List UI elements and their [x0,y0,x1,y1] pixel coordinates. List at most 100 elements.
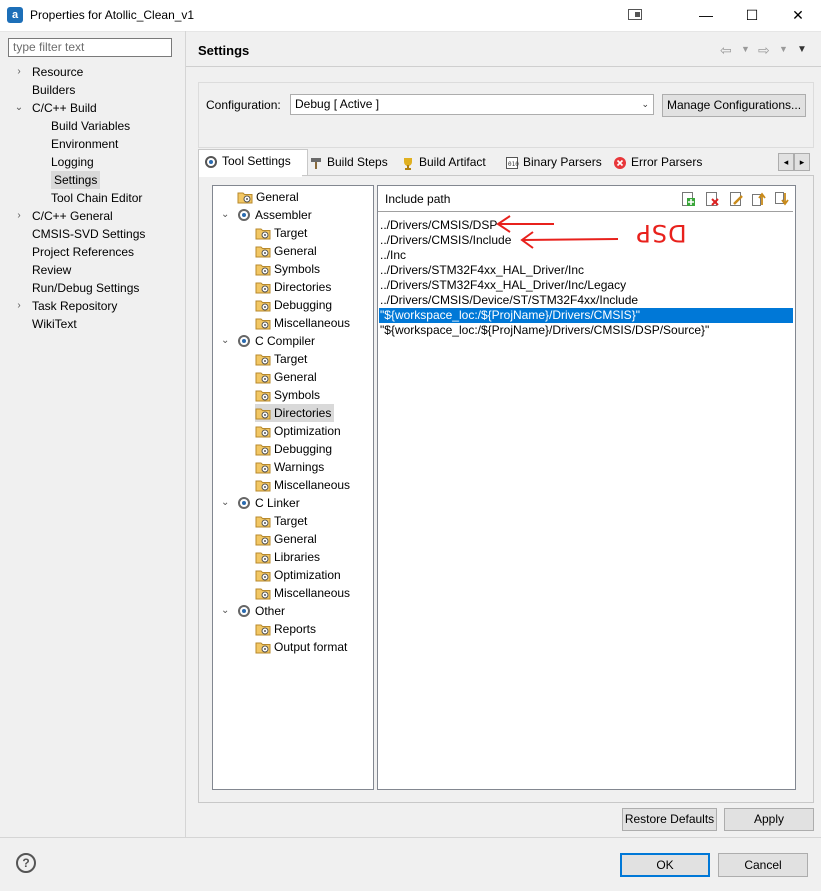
minimize-button[interactable]: — [683,0,729,30]
tree-item-symbols[interactable]: Symbols [255,260,320,278]
chevron-down-icon[interactable]: ⌄ [221,206,229,224]
title-bar: a Properties for Atollic_Clean_v1 — ☐ ✕ [0,0,821,32]
tab-binary-parsers[interactable]: 010 Binary Parsers [500,151,602,173]
tree-item-general[interactable]: General [255,242,317,260]
chevron-right-icon[interactable]: › [14,63,24,81]
tab-build-steps[interactable]: Build Steps [304,151,388,173]
include-path-item[interactable]: ../Drivers/STM32F4xx_HAL_Driver/Inc [380,263,584,278]
tree-item-miscellaneous[interactable]: Miscellaneous [255,476,350,494]
chevron-right-icon[interactable]: › [14,297,24,315]
tree-item-label: Debugging [274,298,333,312]
tree-item-label: Libraries [274,550,321,564]
add-icon[interactable] [680,191,696,207]
nav-item-resource[interactable]: Resource [32,63,83,81]
nav-item-c-c-build[interactable]: C/C++ Build [32,99,97,117]
tab-scroll-right-button[interactable]: ▸ [794,153,810,171]
chevron-down-icon[interactable]: ⌄ [221,332,229,350]
tree-item-general[interactable]: General [237,188,299,206]
nav-item-label: Settings [54,173,98,187]
tree-item-optimization[interactable]: Optimization [255,566,341,584]
tree-item-target[interactable]: Target [255,350,307,368]
include-path-item[interactable]: ../Drivers/STM32F4xx_HAL_Driver/Inc/Lega… [380,278,626,293]
tree-item-c-linker[interactable]: C Linker [237,494,300,512]
gear-icon [237,604,251,618]
ok-button[interactable]: OK [620,853,710,877]
tree-item-miscellaneous[interactable]: Miscellaneous [255,584,350,602]
nav-item-c-c-general[interactable]: C/C++ General [32,207,113,225]
tree-item-libraries[interactable]: Libraries [255,548,320,566]
forward-arrow-icon[interactable]: ⇨ [758,42,770,59]
tab-error-parsers[interactable]: Error Parsers [608,151,702,173]
nav-item-wikitext[interactable]: WikiText [32,315,77,333]
tree-item-label: Optimization [274,568,341,582]
nav-item-run-debug-settings[interactable]: Run/Debug Settings [32,279,139,297]
tree-item-warnings[interactable]: Warnings [255,458,324,476]
include-path-item[interactable]: "${workspace_loc:/${ProjName}/Drivers/CM… [379,308,793,323]
tree-item-optimization[interactable]: Optimization [255,422,341,440]
include-path-item[interactable]: "${workspace_loc:/${ProjName}/Drivers/CM… [380,323,709,338]
tree-item-label: General [256,190,299,204]
tree-item-directories[interactable]: Directories [255,278,331,296]
tree-item-directories[interactable]: Directories [255,404,335,422]
pane-divider[interactable] [185,31,186,837]
tree-item-general[interactable]: General [255,368,317,386]
move-up-icon[interactable] [750,191,766,207]
folder-settings-icon [255,226,271,240]
restore-defaults-button[interactable]: Restore Defaults [622,808,717,831]
page-title: Settings [198,43,250,58]
nav-item-task-repository[interactable]: Task Repository [32,297,117,315]
apply-button[interactable]: Apply [724,808,814,831]
nav-item-build-variables[interactable]: Build Variables [51,117,130,135]
tree-item-assembler[interactable]: Assembler [237,206,312,224]
forward-dropdown-icon[interactable]: ▼ [779,44,788,54]
view-menu-icon[interactable]: ▼ [797,44,807,55]
tab-scroll-left-button[interactable]: ◂ [778,153,794,171]
chevron-down-icon: ⌄ [641,99,649,109]
nav-item-builders[interactable]: Builders [32,81,75,99]
folder-settings-icon [255,460,271,474]
move-down-icon[interactable] [773,191,789,207]
tree-item-other[interactable]: Other [237,602,285,620]
tree-item-reports[interactable]: Reports [255,620,316,638]
tree-item-debugging[interactable]: Debugging [255,296,332,314]
chevron-down-icon[interactable]: ⌄ [14,99,24,117]
tree-item-miscellaneous[interactable]: Miscellaneous [255,314,350,332]
tab-label: Build Artifact [419,155,486,169]
tree-item-target[interactable]: Target [255,224,307,242]
cancel-button[interactable]: Cancel [718,853,808,877]
include-path-item[interactable]: ../Drivers/CMSIS/Device/ST/STM32F4xx/Inc… [380,293,638,308]
tab-build-artifact[interactable]: Build Artifact [396,151,486,173]
restore-window-icon[interactable] [628,9,642,20]
help-icon[interactable]: ? [16,853,36,873]
delete-icon[interactable] [704,191,720,207]
filter-input[interactable]: type filter text [8,38,172,57]
nav-item-settings[interactable]: Settings [51,171,101,189]
tree-item-label: Symbols [274,262,321,276]
tree-item-general[interactable]: General [255,530,317,548]
chevron-down-icon[interactable]: ⌄ [221,602,229,620]
close-button[interactable]: ✕ [775,0,821,30]
tab-tool-settings[interactable]: Tool Settings [198,149,308,175]
nav-item-cmsis-svd-settings[interactable]: CMSIS-SVD Settings [32,225,145,243]
nav-item-environment[interactable]: Environment [51,135,118,153]
nav-item-project-references[interactable]: Project References [32,243,134,261]
hammer-icon [309,155,323,169]
folder-settings-icon [255,406,271,420]
maximize-button[interactable]: ☐ [729,0,775,30]
tree-item-target[interactable]: Target [255,512,307,530]
manage-configurations-button[interactable]: Manage Configurations... [662,94,806,117]
nav-item-tool-chain-editor[interactable]: Tool Chain Editor [51,189,142,207]
tree-item-output-format[interactable]: Output format [255,638,347,656]
chevron-down-icon[interactable]: ⌄ [221,494,229,512]
tree-item-c-compiler[interactable]: C Compiler [237,332,315,350]
back-dropdown-icon[interactable]: ▼ [741,44,750,54]
chevron-right-icon[interactable]: › [14,207,24,225]
tree-item-symbols[interactable]: Symbols [255,386,320,404]
nav-item-logging[interactable]: Logging [51,153,94,171]
nav-item-review[interactable]: Review [32,261,71,279]
tree-item-debugging[interactable]: Debugging [255,440,332,458]
back-arrow-icon[interactable]: ⇦ [720,42,732,59]
configuration-select[interactable]: Debug [ Active ] ⌄ [290,94,654,115]
nav-item-label: Builders [32,83,76,97]
edit-icon[interactable] [728,191,744,207]
